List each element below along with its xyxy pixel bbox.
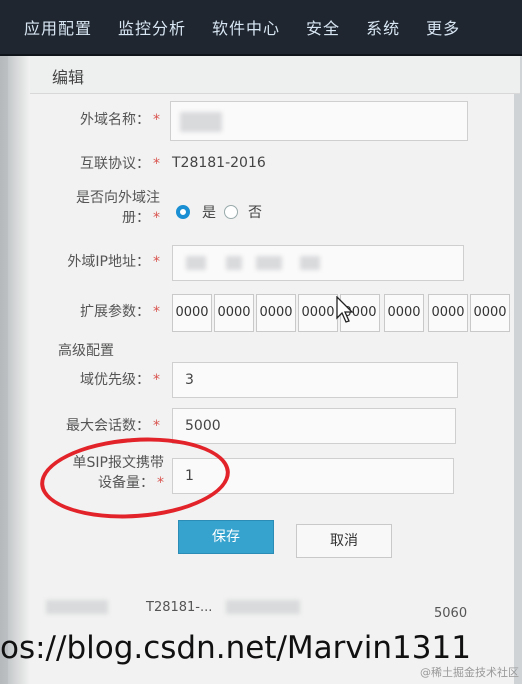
priority-label: 域优先级： * [80,372,160,388]
register-no-label: 否 [248,205,262,221]
dialog-title: 编辑 [52,68,85,87]
domain-name-label: 外域名称： * [80,112,160,128]
mouse-cursor-icon [336,296,354,323]
register-no-radio[interactable] [224,205,238,219]
list-row-port: 5060 [434,606,468,621]
ext-param-input[interactable]: 0000 [214,294,254,332]
register-yes-radio[interactable] [176,205,190,219]
ext-param-input[interactable]: 0000 [428,294,468,332]
redacted-text [180,112,222,132]
top-navigation: 应用配置 监控分析 软件中心 安全 系统 更多 [0,0,522,56]
redacted-text [226,600,300,614]
redacted-text [300,256,320,270]
redacted-text [46,600,108,614]
left-shadow [0,56,30,684]
redacted-text [186,256,206,270]
register-yes-label: 是 [202,205,216,221]
watermark-small: @稀土掘金技术社区 [420,666,519,679]
advanced-section-title: 高级配置 [58,343,114,359]
redacted-text [226,256,242,270]
nav-item-system[interactable]: 系统 [366,15,400,39]
max-sessions-label: 最大会话数： * [66,418,160,434]
register-label: 是否向外域注 册： * [76,190,160,226]
watermark-url: os://blog.csdn.net/Marvin1311 [0,630,471,666]
protocol-label: 互联协议： * [80,156,160,172]
ext-param-input[interactable]: 0000 [298,294,338,332]
ext-params-label: 扩展参数： * [80,304,160,320]
nav-item-more[interactable]: 更多 [426,15,460,39]
nav-item-app-config[interactable]: 应用配置 [24,15,92,39]
ext-param-input[interactable]: 0000 [384,294,424,332]
ext-param-input[interactable]: 0000 [172,294,212,332]
ext-param-input[interactable]: 0000 [256,294,296,332]
ext-param-input[interactable]: 0000 [470,294,510,332]
ip-label: 外域IP地址： * [67,254,160,270]
nav-item-software[interactable]: 软件中心 [212,15,280,39]
priority-input[interactable]: 3 [172,362,458,398]
cancel-button[interactable]: 取消 [296,524,392,558]
nav-item-security[interactable]: 安全 [306,15,340,39]
protocol-value: T28181-2016 [172,155,266,171]
dialog-header: 编辑 [30,56,520,94]
max-sessions-input[interactable]: 5000 [172,408,456,444]
list-row-protocol: T28181-... [146,600,213,615]
redacted-text [256,256,282,270]
save-button[interactable]: 保存 [178,520,274,554]
nav-item-monitor[interactable]: 监控分析 [118,15,186,39]
